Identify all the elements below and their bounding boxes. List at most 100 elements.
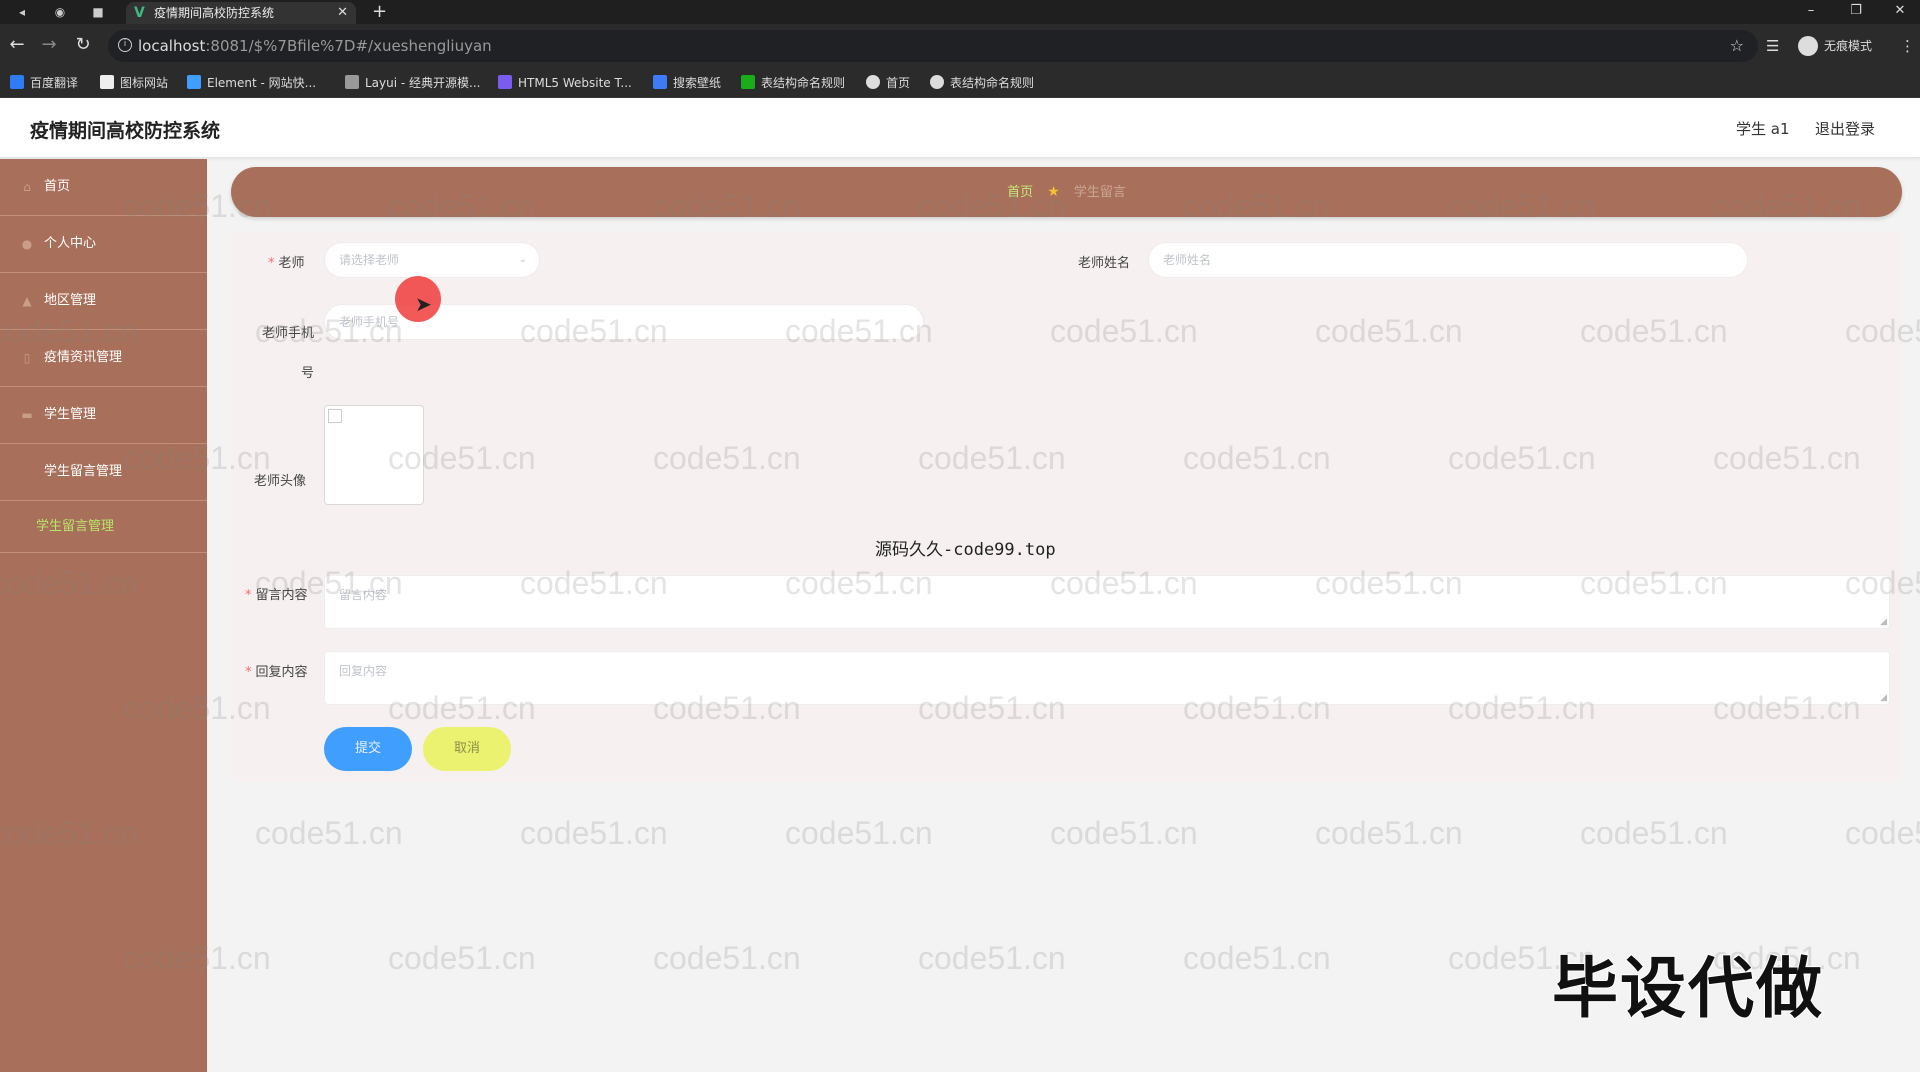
- cancel-button[interactable]: 取消: [423, 727, 511, 771]
- map-icon: ▲: [22, 294, 32, 308]
- teacher-avatar-label: 老师头像: [254, 474, 307, 489]
- sidebar-item-epidemic-news[interactable]: ▯ 疫情资讯管理: [0, 330, 207, 387]
- url-host: localhost: [138, 37, 206, 55]
- sidebar-item-profile[interactable]: ● 个人中心: [0, 216, 207, 273]
- logout-button[interactable]: 退出登录: [1815, 118, 1875, 139]
- forward-icon[interactable]: →: [38, 34, 60, 56]
- teacher-name-input[interactable]: 老师姓名: [1148, 242, 1748, 278]
- incognito-avatar-icon[interactable]: [1798, 36, 1818, 56]
- globe-icon: [866, 75, 880, 89]
- back-icon[interactable]: ←: [6, 34, 28, 56]
- restore-icon[interactable]: ❐: [1836, 0, 1876, 24]
- message-textarea[interactable]: 留言内容 ◢: [324, 575, 1890, 629]
- list-icon: ▬: [21, 408, 33, 422]
- site-caption: 源码久久-code99.top: [875, 540, 1056, 560]
- incognito-label[interactable]: 无痕模式: [1824, 36, 1872, 56]
- layui-icon: [345, 75, 359, 89]
- avatar-upload[interactable]: [324, 405, 424, 505]
- sidebar-item-label: 学生留言管理: [44, 464, 123, 479]
- watermark-text: code51.cn: [388, 940, 536, 976]
- teacher-select[interactable]: 请选择老师 ⌄: [324, 242, 540, 278]
- audio-icon[interactable]: ◂: [14, 4, 30, 20]
- bookmark-item[interactable]: 首页: [866, 75, 910, 91]
- watermark-text: code51.cn: [785, 815, 933, 851]
- sidebar-item-messages[interactable]: 学生留言管理: [0, 444, 207, 501]
- submit-button[interactable]: 提交: [324, 727, 412, 771]
- bookmark-item[interactable]: 搜索壁纸: [653, 75, 721, 91]
- bookmark-item[interactable]: Element - 网站快...: [187, 75, 316, 91]
- reply-textarea[interactable]: 回复内容 ◢: [324, 651, 1890, 705]
- browser-tab[interactable]: V 疫情期间高校防控系统 ✕: [126, 2, 356, 24]
- bookmark-item[interactable]: 图标网站: [100, 75, 168, 91]
- bookmark-star-icon[interactable]: ☆: [1730, 30, 1744, 62]
- teacher-select-placeholder: 请选择老师: [339, 253, 400, 267]
- user-icon: ●: [21, 237, 33, 251]
- breadcrumb-home[interactable]: 首页: [1007, 185, 1033, 200]
- required-mark: *: [245, 665, 252, 680]
- watermark-text: code51.cn: [1580, 815, 1728, 851]
- element-icon: [187, 75, 201, 89]
- home-icon: ⌂: [23, 180, 31, 194]
- new-tab-icon[interactable]: +: [372, 1, 387, 23]
- star-icon: ★: [1047, 184, 1060, 200]
- reply-label: * 回复内容: [245, 665, 308, 680]
- bookmark-item[interactable]: 百度翻译: [10, 75, 78, 91]
- browser-titlebar: ◂ ◉ ■ V 疫情期间高校防控系统 ✕ + – ❐ ✕: [0, 0, 1920, 24]
- translate-icon: [10, 75, 24, 89]
- promo-stamp: 毕设代做: [1551, 949, 1824, 1028]
- watermark-text: code51.cn: [255, 815, 403, 851]
- watermark-text: code51.cn: [653, 940, 801, 976]
- watermark-text: code51.cn: [918, 940, 1066, 976]
- chevron-down-icon: ⌄: [518, 254, 527, 265]
- sidebar-item-students[interactable]: ▬ 学生管理: [0, 387, 207, 444]
- sidebar-item-region[interactable]: ▲ 地区管理: [0, 273, 207, 330]
- watermark-text: code51.cn: [1315, 815, 1463, 851]
- bookmark-item[interactable]: 表结构命名规则: [741, 75, 845, 91]
- bookmark-item[interactable]: Layui - 经典开源模...: [345, 75, 480, 91]
- teacher-name-label: 老师姓名: [1078, 256, 1131, 271]
- sidebar: ⌂ 首页 ● 个人中心 ▲ 地区管理 ▯ 疫情资讯管理 ▬ 学生管理 学生留言管…: [0, 159, 207, 1072]
- teacher-name-placeholder: 老师姓名: [1163, 253, 1212, 267]
- url-path: :8081/$%7Bfile%7D#/xueshengliuyan: [205, 37, 492, 55]
- watermark-text: code51.cn: [1845, 815, 1920, 851]
- sidebar-item-label: 首页: [44, 179, 71, 194]
- mouse-cursor-icon: ➤: [415, 292, 432, 316]
- image-placeholder-icon: [328, 409, 342, 423]
- minimize-icon[interactable]: –: [1791, 0, 1831, 24]
- flag-icon: [100, 75, 114, 89]
- breadcrumb-current: 学生留言: [1073, 185, 1126, 200]
- browser-logo-icon[interactable]: ◉: [52, 4, 68, 20]
- sidebar-item-label: 学生管理: [44, 407, 97, 422]
- resize-handle-icon[interactable]: ◢: [1880, 617, 1887, 627]
- globe-icon: [930, 75, 944, 89]
- sidebar-item-home[interactable]: ⌂ 首页: [0, 159, 207, 216]
- watermark-text: code51.cn: [520, 815, 668, 851]
- message-placeholder: 留言内容: [339, 588, 388, 602]
- app-title: 疫情期间高校防控系统: [30, 120, 221, 142]
- window-close-icon[interactable]: ✕: [1880, 0, 1920, 24]
- wallpaper-icon: [653, 75, 667, 89]
- bookmarks-bar: 百度翻译 图标网站 Element - 网站快... Layui - 经典开源模…: [0, 68, 1920, 98]
- site-info-icon[interactable]: i: [118, 38, 132, 52]
- resize-handle-icon[interactable]: ◢: [1880, 693, 1887, 703]
- teacher-phone-label: 老师手机号: [261, 326, 314, 381]
- url-field[interactable]: i localhost:8081/$%7Bfile%7D#/xueshengli…: [108, 30, 1758, 62]
- required-mark: *: [245, 588, 252, 603]
- teacher-label: * 老师: [268, 256, 305, 271]
- current-user: 学生 a1: [1736, 120, 1790, 138]
- breadcrumb: 首页 ★ 学生留言: [231, 167, 1902, 217]
- required-mark: *: [268, 256, 275, 271]
- teacher-phone-placeholder: 老师手机号: [339, 315, 400, 329]
- bookmark-item[interactable]: 表结构命名规则: [930, 75, 1034, 91]
- app-header: 疫情期间高校防控系统 学生 a1 退出登录: [0, 98, 1920, 158]
- message-label: * 留言内容: [245, 588, 308, 603]
- bookmark-item[interactable]: HTML5 Website T...: [498, 75, 632, 91]
- tab-search-icon[interactable]: ☰: [1766, 36, 1779, 56]
- sidebar-subitem-messages[interactable]: 学生留言管理: [0, 501, 207, 553]
- more-menu-icon[interactable]: ⋮: [1900, 36, 1915, 56]
- info-icon: ▯: [23, 351, 31, 365]
- tab-close-icon[interactable]: ✕: [337, 2, 348, 24]
- watermark-text: code51.cn: [1183, 940, 1331, 976]
- window-icon[interactable]: ■: [90, 4, 106, 20]
- reload-icon[interactable]: ↻: [72, 34, 94, 56]
